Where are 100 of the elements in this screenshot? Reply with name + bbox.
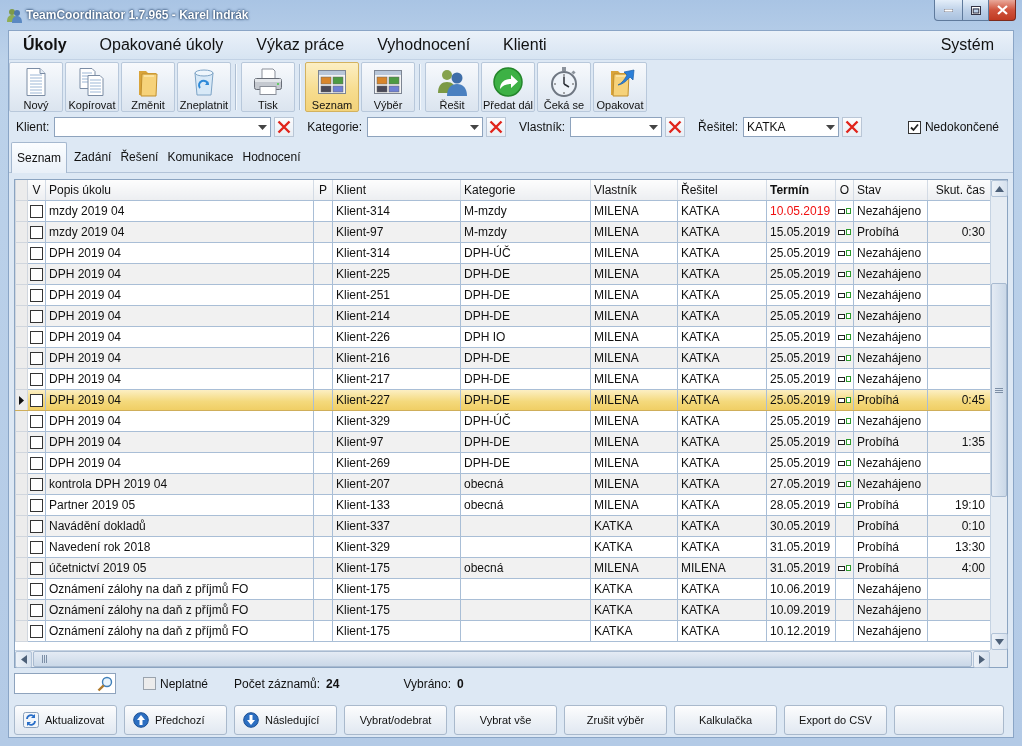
action-button[interactable]: Vybrat vše bbox=[454, 705, 557, 735]
toolbar-button[interactable]: Nový bbox=[9, 61, 63, 112]
dropdown-field[interactable]: KATKA bbox=[743, 117, 840, 137]
scroll-thumb[interactable] bbox=[991, 283, 1007, 497]
menu-item[interactable]: Výkaz práce bbox=[242, 36, 360, 54]
tab[interactable]: Hodnocení bbox=[238, 145, 305, 169]
table-row[interactable]: DPH 2019 04 Klient-314 DPH-ÚČ MILENA KATKA 25.05.2019 Nezahájeno bbox=[15, 242, 990, 264]
toolbar-button[interactable]: Tisk bbox=[241, 61, 295, 112]
checkbox[interactable] bbox=[30, 561, 43, 575]
checkbox[interactable] bbox=[30, 603, 43, 617]
column-header[interactable]: Popis úkolu bbox=[45, 180, 314, 201]
scroll-button[interactable] bbox=[991, 180, 1008, 197]
search-field[interactable] bbox=[14, 673, 116, 694]
checkbox[interactable] bbox=[143, 677, 156, 690]
checkbox[interactable] bbox=[30, 372, 43, 386]
clear-button[interactable] bbox=[842, 117, 863, 137]
menu-item[interactable]: Opakované úkoly bbox=[85, 36, 239, 54]
tab[interactable]: Seznam bbox=[11, 142, 68, 173]
table-row[interactable]: Oznámení zálohy na daň z příjmů FO Klient-175 KATKA KATKA 10.12.2019 Nezahájeno bbox=[15, 620, 990, 642]
toolbar-button[interactable]: Změnit bbox=[121, 61, 175, 112]
menu-item[interactable]: Úkoly bbox=[9, 36, 82, 54]
column-header[interactable]: Řešitel bbox=[677, 180, 767, 201]
action-button[interactable]: Kalkulačka bbox=[674, 705, 777, 735]
column-header[interactable]: Klient bbox=[332, 180, 461, 201]
column-header[interactable]: Termín bbox=[766, 180, 836, 201]
toolbar-button[interactable]: Seznam bbox=[305, 61, 359, 112]
checkbox[interactable] bbox=[30, 288, 43, 302]
checkbox[interactable] bbox=[30, 309, 43, 323]
table-row[interactable]: DPH 2019 04 Klient-227 DPH-DE MILENA KATKA 25.05.2019 Probíhá 0:45 bbox=[15, 389, 990, 411]
table-row[interactable]: DPH 2019 04 Klient-225 DPH-DE MILENA KATKA 25.05.2019 Nezahájeno bbox=[15, 263, 990, 285]
column-header[interactable]: Skut. čas bbox=[927, 180, 990, 201]
checkbox[interactable] bbox=[30, 330, 43, 344]
table-row[interactable]: Partner 2019 05 Klient-133 obecná MILENA KATKA 28.05.2019 Probíhá 19:10 bbox=[15, 494, 990, 516]
scroll-button[interactable] bbox=[973, 651, 990, 668]
menu-item[interactable]: Klienti bbox=[489, 36, 562, 54]
clear-button[interactable] bbox=[274, 117, 295, 137]
table-row[interactable]: DPH 2019 04 Klient-214 DPH-DE MILENA KATKA 25.05.2019 Nezahájeno bbox=[15, 305, 990, 327]
menu-item[interactable]: Systém bbox=[926, 36, 1009, 54]
checkbox[interactable] bbox=[907, 120, 921, 134]
toolbar-button[interactable]: Výběr bbox=[361, 61, 415, 112]
table-row[interactable]: mzdy 2019 04 Klient-314 M-mzdy MILENA KATKA 10.05.2019 Nezahájeno bbox=[15, 200, 990, 222]
table-row[interactable]: Oznámení zálohy na daň z příjmů FO Klient-175 KATKA KATKA 10.09.2019 Nezahájeno bbox=[15, 599, 990, 621]
checkbox[interactable] bbox=[30, 582, 43, 596]
column-header[interactable]: P bbox=[313, 180, 333, 201]
toolbar-button[interactable]: Kopírovat bbox=[65, 61, 119, 112]
action-button[interactable]: Aktualizovat bbox=[14, 705, 117, 735]
table-row[interactable]: DPH 2019 04 Klient-251 DPH-DE MILENA KATKA 25.05.2019 Nezahájeno bbox=[15, 284, 990, 306]
table-row[interactable]: DPH 2019 04 Klient-216 DPH-DE MILENA KATKA 25.05.2019 Nezahájeno bbox=[15, 347, 990, 369]
maximize-button[interactable] bbox=[963, 0, 989, 21]
column-header[interactable]: Vlastník bbox=[590, 180, 678, 201]
scroll-button[interactable] bbox=[991, 633, 1008, 650]
checkbox[interactable] bbox=[30, 225, 43, 239]
checkbox[interactable] bbox=[30, 519, 43, 533]
minimize-button[interactable] bbox=[934, 0, 963, 21]
dropdown-field[interactable] bbox=[570, 117, 663, 137]
toolbar-button[interactable]: Předat dál bbox=[481, 61, 535, 112]
table-row[interactable]: účetnictví 2019 05 Klient-175 obecná MILENA MILENA 31.05.2019 Probíhá 4:00 bbox=[15, 557, 990, 579]
clear-button[interactable] bbox=[665, 117, 686, 137]
action-button[interactable]: Zrušit výběr bbox=[564, 705, 667, 735]
tab[interactable]: Zadání bbox=[70, 145, 116, 169]
checkbox[interactable] bbox=[30, 435, 43, 449]
toolbar-button[interactable]: Čeká se bbox=[537, 61, 591, 112]
table-row[interactable]: Navedení rok 2018 Klient-329 KATKA KATKA 31.05.2019 Probíhá 13:30 bbox=[15, 536, 990, 558]
column-header[interactable]: Kategorie bbox=[460, 180, 591, 201]
vertical-scrollbar[interactable] bbox=[990, 180, 1007, 650]
scroll-button[interactable] bbox=[15, 651, 32, 668]
table-row[interactable]: DPH 2019 04 Klient-226 DPH IO MILENA KATKA 25.05.2019 Nezahájeno bbox=[15, 326, 990, 348]
dropdown-field[interactable] bbox=[367, 117, 484, 137]
table-row[interactable]: Navádění dokladů Klient-337 KATKA KATKA 30.05.2019 Probíhá 0:10 bbox=[15, 515, 990, 537]
toolbar-button[interactable]: Opakovat bbox=[593, 61, 647, 112]
checkbox[interactable] bbox=[30, 267, 43, 281]
toolbar-button[interactable]: Řešit bbox=[425, 61, 479, 112]
table-row[interactable]: DPH 2019 04 Klient-329 DPH-ÚČ MILENA KATKA 25.05.2019 Nezahájeno bbox=[15, 410, 990, 432]
checkbox[interactable] bbox=[30, 414, 43, 428]
table-row[interactable]: DPH 2019 04 Klient-269 DPH-DE MILENA KATKA 25.05.2019 Nezahájeno bbox=[15, 452, 990, 474]
action-button[interactable]: Předchozí bbox=[124, 705, 227, 735]
checkbox[interactable] bbox=[30, 456, 43, 470]
table-row[interactable]: DPH 2019 04 Klient-97 DPH-DE MILENA KATKA 25.05.2019 Probíhá 1:35 bbox=[15, 431, 990, 453]
action-button[interactable]: Vybrat/odebrat bbox=[344, 705, 447, 735]
checkbox[interactable] bbox=[30, 246, 43, 260]
action-button[interactable]: Následující bbox=[234, 705, 337, 735]
table-row[interactable]: DPH 2019 04 Klient-217 DPH-DE MILENA KATKA 25.05.2019 Nezahájeno bbox=[15, 368, 990, 390]
checkbox[interactable] bbox=[30, 624, 43, 638]
checkbox[interactable] bbox=[30, 204, 43, 218]
tab[interactable]: Řešení bbox=[116, 145, 163, 169]
checkbox[interactable] bbox=[30, 393, 43, 407]
table-row[interactable]: kontrola DPH 2019 04 Klient-207 obecná MILENA KATKA 27.05.2019 Nezahájeno bbox=[15, 473, 990, 495]
dropdown-field[interactable] bbox=[54, 117, 272, 137]
toolbar-button[interactable]: Zneplatnit bbox=[177, 61, 231, 112]
table-row[interactable]: Oznámení zálohy na daň z příjmů FO Klient-175 KATKA KATKA 10.06.2019 Nezahájeno bbox=[15, 578, 990, 600]
checkbox[interactable] bbox=[30, 477, 43, 491]
checkbox[interactable] bbox=[30, 498, 43, 512]
menu-item[interactable]: Vyhodnocení bbox=[363, 36, 486, 54]
action-button[interactable]: Export do CSV bbox=[784, 705, 887, 735]
close-button[interactable] bbox=[989, 0, 1016, 21]
table-row[interactable]: mzdy 2019 04 Klient-97 M-mzdy MILENA KATKA 15.05.2019 Probíhá 0:30 bbox=[15, 221, 990, 243]
clear-button[interactable] bbox=[486, 117, 507, 137]
column-header[interactable]: Stav bbox=[853, 180, 928, 201]
checkbox[interactable] bbox=[30, 351, 43, 365]
checkbox[interactable] bbox=[30, 540, 43, 554]
